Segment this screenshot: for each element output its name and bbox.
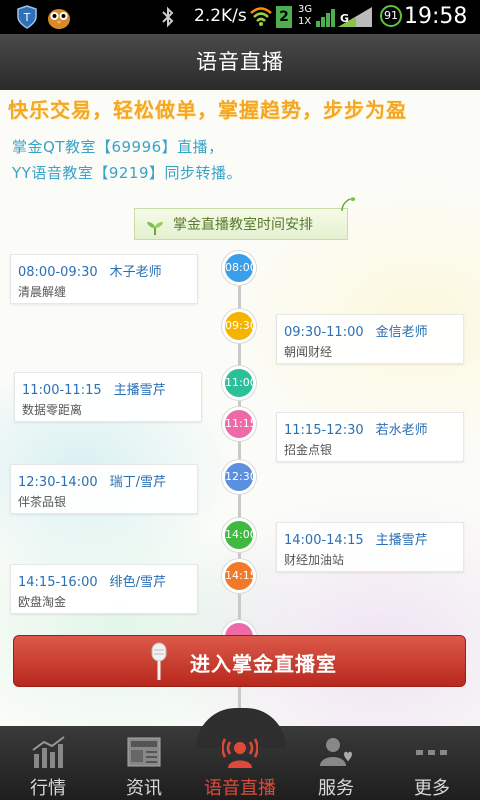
- intro-line-1: 掌金QT教室【69996】直播，: [12, 138, 224, 156]
- net-type: 3G 1X: [298, 4, 312, 28]
- schedule-item-3[interactable]: 11:15-12:30 若水老师 招金点银: [276, 412, 464, 462]
- schedule-item-0[interactable]: 08:00-09:30 木子老师 清晨解缠: [10, 254, 198, 304]
- news-icon: [126, 734, 162, 774]
- tab-market[interactable]: 行情: [0, 726, 96, 800]
- tab-more[interactable]: 更多: [384, 726, 480, 800]
- time-dot-1400: 14:00: [222, 518, 257, 552]
- schedule-item-6[interactable]: 14:15-16:00 绯色/雪芹 欧盘淘金: [10, 564, 198, 614]
- slot-time: 14:15-16:00: [18, 575, 98, 590]
- time-dot-1415: 14:15: [222, 559, 257, 593]
- slot-host: 主播雪芹: [375, 533, 428, 548]
- slot-time: 09:30-11:00: [284, 325, 364, 340]
- time-dot-1100: 11:00: [222, 366, 257, 400]
- slot-topic: 数据零距离: [22, 403, 83, 417]
- tab-service[interactable]: 服务: [288, 726, 384, 800]
- bluetooth-icon: [160, 6, 176, 32]
- tab-label: 行情: [30, 778, 66, 799]
- slot-host: 主播雪芹: [113, 383, 166, 398]
- clock: 19:58: [404, 4, 468, 29]
- slot-topic: 清晨解缠: [18, 285, 67, 299]
- schedule-item-1[interactable]: 09:30-11:00 金信老师 朝闻财经: [276, 314, 464, 364]
- tab-news[interactable]: 资讯: [96, 726, 192, 800]
- service-user-icon: [318, 734, 354, 774]
- network-speed: 2.2K/s: [194, 6, 247, 26]
- schedule-title: 掌金直播教室时间安排: [173, 217, 313, 233]
- tab-label: 语音直播: [204, 778, 276, 799]
- slot-time: 11:15-12:30: [284, 423, 364, 438]
- slot-topic: 朝闻财经: [284, 345, 333, 359]
- slot-topic: 招金点银: [284, 443, 333, 457]
- tab-label: 更多: [414, 778, 450, 799]
- title-bar: 语音直播: [0, 34, 480, 91]
- wifi-icon: [250, 6, 272, 30]
- signal-g-label: G: [340, 12, 350, 25]
- net-type-bottom: 1X: [298, 16, 312, 27]
- schedule-item-2[interactable]: 11:00-11:15 主播雪芹 数据零距离: [14, 372, 202, 422]
- schedule-item-5[interactable]: 14:00-14:15 主播雪芹 财经加油站: [276, 522, 464, 572]
- slot-host: 木子老师: [109, 265, 162, 280]
- time-dot-1230: 12:30: [222, 460, 257, 494]
- live-voice-icon: [221, 734, 259, 778]
- sprout-icon: [338, 196, 356, 216]
- intro-line-2: YY语音教室【9219】同步转播。: [12, 164, 243, 182]
- leaf-icon: [145, 216, 165, 248]
- slot-host: 若水老师: [375, 423, 428, 438]
- schedule-content[interactable]: 快乐交易，轻松做单，掌握趋势，步步为盈 掌金QT教室【69996】直播， YY语…: [0, 90, 480, 726]
- battery-icon: 91: [380, 5, 402, 27]
- market-chart-icon: [30, 734, 66, 774]
- time-dot-0800: 08:00: [222, 251, 257, 285]
- enter-live-room-label: 进入掌金直播室: [190, 652, 337, 676]
- schedule-title-box: 掌金直播教室时间安排: [134, 208, 348, 240]
- slot-topic: 欧盘淘金: [18, 595, 67, 609]
- sim-badge: 2: [276, 6, 292, 28]
- tab-live-voice[interactable]: 语音直播: [192, 726, 288, 800]
- slot-host: 瑞丁/雪芹: [109, 475, 167, 490]
- slot-time: 08:00-09:30: [18, 265, 98, 280]
- enter-live-room-button[interactable]: 进入掌金直播室: [13, 635, 466, 687]
- page-title: 语音直播: [196, 50, 284, 74]
- slot-topic: 伴茶品银: [18, 495, 67, 509]
- slot-host: 金信老师: [375, 325, 428, 340]
- microphone-icon: [148, 642, 170, 687]
- slot-time: 14:00-14:15: [284, 533, 364, 548]
- status-bar: T 2.2K/s 2 3G 1X G 91 19:58: [0, 0, 480, 34]
- slot-host: 绯色/雪芹: [109, 575, 167, 590]
- shield-icon: T: [16, 5, 38, 33]
- slot-time: 11:00-11:15: [22, 383, 102, 398]
- slot-topic: 财经加油站: [284, 553, 345, 567]
- net-type-top: 3G: [298, 4, 313, 15]
- schedule-item-4[interactable]: 12:30-14:00 瑞丁/雪芹 伴茶品银: [10, 464, 198, 514]
- svg-text:T: T: [23, 11, 31, 24]
- time-dot-1115: 11:15: [222, 407, 257, 441]
- owl-app-icon: [46, 4, 72, 34]
- more-dots-icon: [414, 734, 450, 774]
- tab-label: 资讯: [126, 778, 162, 799]
- tab-label: 服务: [318, 778, 354, 799]
- time-dot-0930: 09:30: [222, 309, 257, 343]
- slot-time: 12:30-14:00: [18, 475, 98, 490]
- slogan-banner: 快乐交易，轻松做单，掌握趋势，步步为盈: [8, 98, 407, 122]
